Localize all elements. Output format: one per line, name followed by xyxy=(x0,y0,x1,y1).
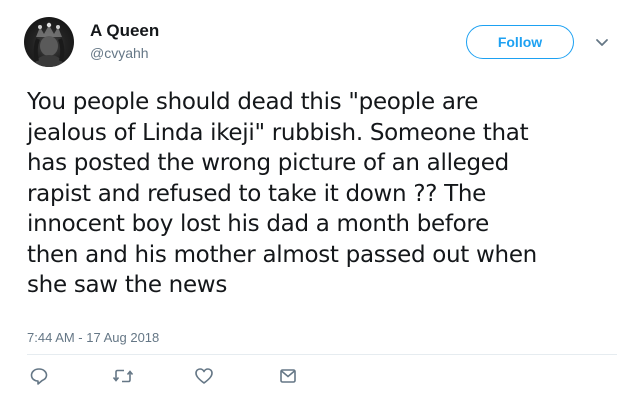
display-name[interactable]: A Queen xyxy=(90,21,159,41)
divider xyxy=(27,354,617,355)
tweet-card: A Queen @cvyahh Follow You people should… xyxy=(0,0,640,417)
tweet-timestamp[interactable]: 7:44 AM - 17 Aug 2018 xyxy=(27,330,159,345)
tweet-text: You people should dead this "people are … xyxy=(27,87,627,301)
message-icon[interactable] xyxy=(278,366,298,386)
reply-icon[interactable] xyxy=(29,366,49,386)
avatar-photo-icon xyxy=(33,22,65,67)
avatar[interactable] xyxy=(24,17,74,67)
tweet-text-line: jealous of Linda ikeji" rubbish. Someone… xyxy=(27,119,529,146)
user-handle[interactable]: @cvyahh xyxy=(90,45,149,61)
tweet-text-line: she saw the news xyxy=(27,272,227,298)
tweet-text-line: You people should dead this "people are xyxy=(27,89,479,115)
tweet-text-line: then and his mother almost passed out wh… xyxy=(27,241,537,268)
follow-button[interactable]: Follow xyxy=(466,25,574,59)
chevron-down-icon[interactable] xyxy=(595,35,609,46)
like-icon[interactable] xyxy=(194,366,214,386)
tweet-text-line: has posted the wrong picture of an alleg… xyxy=(27,150,509,176)
retweet-icon[interactable] xyxy=(112,366,134,386)
tweet-text-line: rapist and refused to take it down ?? Th… xyxy=(27,180,487,207)
tweet-text-line: innocent boy lost his dad a month before xyxy=(27,211,489,237)
